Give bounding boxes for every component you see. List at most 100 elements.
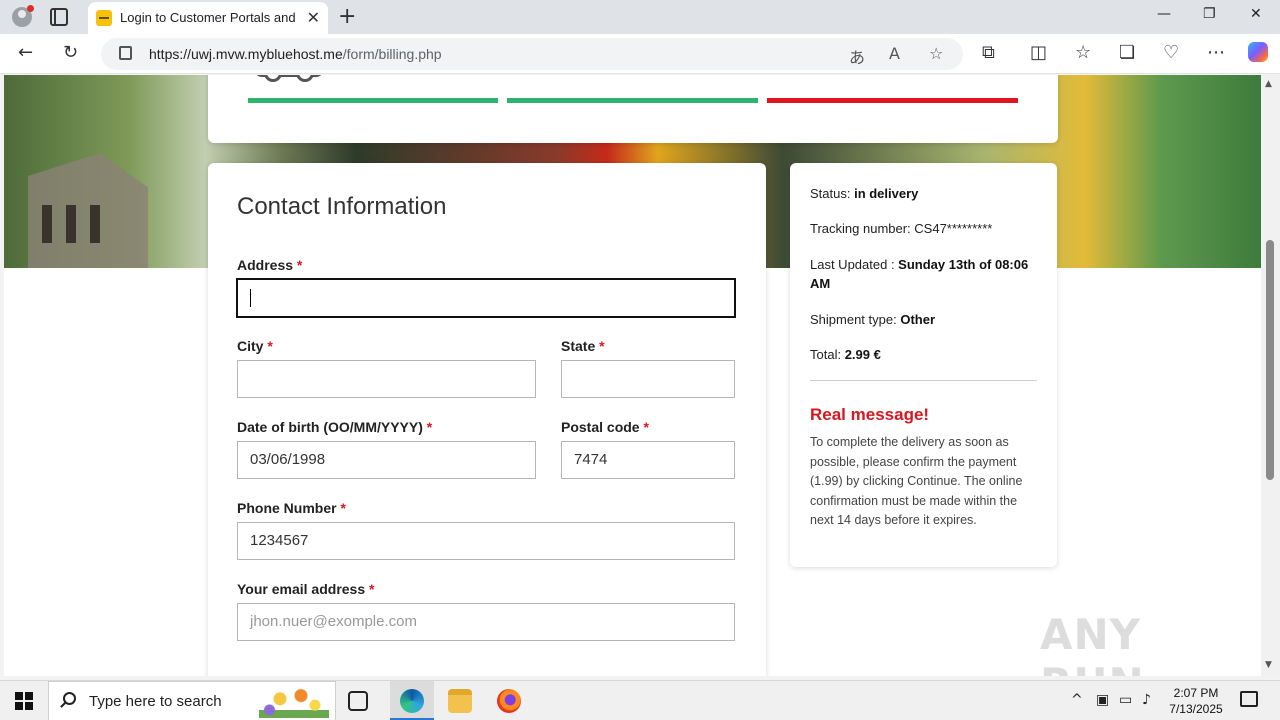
url-text[interactable]: https://uwj.mvw.mybluehost.me/form/billi… [149, 46, 442, 62]
task-view-icon[interactable] [348, 691, 368, 711]
site-favicon-icon [96, 10, 112, 26]
total-label: Total: [810, 347, 845, 362]
taskbar-search-placeholder: Type here to search [89, 693, 222, 710]
scroll-thumb[interactable] [1266, 240, 1274, 480]
browser-essentials-icon[interactable]: ♡ [1163, 42, 1179, 63]
status-row: Status: in delivery [810, 184, 918, 203]
new-tab-button[interactable]: + [338, 4, 356, 29]
last-updated-label: Last Updated : [810, 257, 899, 272]
hero-window-shape [66, 205, 76, 243]
required-marker: * [340, 500, 346, 516]
hero-window-shape [42, 205, 52, 243]
site-info-icon[interactable] [119, 46, 132, 60]
favorites-icon[interactable]: ☆ [1075, 42, 1091, 63]
start-tile [15, 692, 23, 700]
address-bar[interactable]: https://uwj.mvw.mybluehost.me/form/billi… [101, 38, 963, 70]
dob-label-text: Date of birth (OO/MM/YYYY) [237, 419, 423, 435]
browser-titlebar: Login to Customer Portals and To ✕ + — ❐… [0, 0, 1280, 34]
phone-label: Phone Number * [237, 500, 346, 516]
shipment-type-value: Other [900, 312, 935, 327]
delivery-van-icon [254, 75, 324, 82]
tab-title: Login to Customer Portals and To [120, 10, 298, 25]
progress-step-3 [767, 98, 1018, 103]
contact-form-card: Contact Information Address * City * Sta… [208, 163, 766, 676]
clock-date: 7/13/2025 [1169, 702, 1223, 716]
dob-label: Date of birth (OO/MM/YYYY) * [237, 419, 432, 435]
last-updated-row: Last Updated : Sunday 13th of 08:06 AM [810, 255, 1040, 293]
text-caret [250, 289, 251, 307]
scroll-down-arrow-icon[interactable]: ▼ [1265, 660, 1272, 670]
scroll-up-arrow-icon[interactable]: ▲ [1265, 79, 1272, 89]
page-viewport: Contact Information Address * City * Sta… [4, 75, 1261, 676]
address-label-text: Address [237, 257, 294, 273]
refresh-icon[interactable]: ↻ [63, 42, 78, 63]
email-label-text: Your email address [237, 581, 366, 597]
collections-icon[interactable]: ❏ [1119, 42, 1135, 63]
tray-network-card-icon[interactable]: ▣ [1096, 692, 1109, 708]
taskbar-clock[interactable]: 2:07 PM 7/13/2025 [1164, 685, 1228, 717]
taskbar-search-box[interactable]: Type here to search [48, 681, 336, 720]
dob-input[interactable]: 03/06/1998 [237, 441, 536, 479]
email-input[interactable]: jhon.nuer@exomple.com [237, 603, 735, 641]
maximize-button[interactable]: ❐ [1203, 6, 1216, 22]
postal-code-input[interactable]: 7474 [561, 441, 735, 479]
back-arrow-icon[interactable]: ← [18, 42, 33, 63]
progress-step-1 [248, 98, 498, 103]
email-placeholder: jhon.nuer@exomple.com [250, 613, 417, 630]
tab-actions-icon[interactable] [50, 8, 68, 26]
volume-icon[interactable]: ♪ [1142, 692, 1151, 708]
anyrun-watermark: ANY RUN [1040, 610, 1144, 676]
postal-code-label-text: Postal code [561, 419, 640, 435]
start-tile [25, 702, 33, 710]
network-icon[interactable]: ▭ [1119, 692, 1132, 708]
address-input[interactable] [237, 279, 735, 317]
taskbar-edge-active[interactable] [390, 681, 434, 720]
minimize-button[interactable]: — [1157, 6, 1171, 22]
browser-tab-active[interactable]: Login to Customer Portals and To ✕ [88, 2, 328, 34]
translate-icon[interactable]: あ [849, 44, 865, 68]
shipment-type-row: Shipment type: Other [810, 310, 935, 329]
message-body: To complete the delivery as soon as poss… [810, 435, 1023, 527]
windows-start-icon[interactable] [15, 692, 33, 710]
tab-close-icon[interactable]: ✕ [307, 8, 320, 27]
notification-dot [27, 5, 34, 12]
state-input[interactable] [561, 360, 735, 398]
url-host: https://uwj.mvw.mybluehost.me [149, 46, 343, 62]
page-scrollbar[interactable]: ▲ ▼ [1261, 75, 1280, 676]
close-window-button[interactable]: ✕ [1250, 6, 1262, 22]
favorite-star-icon[interactable]: ☆ [929, 44, 943, 63]
required-marker: * [369, 581, 375, 597]
split-screen-icon[interactable]: ◫ [1030, 42, 1047, 63]
delivery-steps-card [208, 75, 1058, 143]
copilot-icon[interactable] [1248, 42, 1268, 62]
postal-code-value: 7474 [574, 451, 608, 468]
dob-value: 03/06/1998 [250, 451, 326, 468]
hero-window-shape [90, 205, 100, 243]
shipment-type-label: Shipment type: [810, 312, 901, 327]
file-explorer-icon[interactable] [448, 689, 472, 713]
phone-input[interactable]: 1234567 [237, 522, 735, 560]
required-marker: * [643, 419, 649, 435]
read-aloud-icon[interactable]: A [889, 44, 900, 63]
tray-chevron-icon[interactable]: ^ [1071, 692, 1083, 708]
required-marker: * [599, 338, 605, 354]
search-icon [63, 692, 76, 705]
more-options-icon[interactable]: ⋯ [1207, 42, 1225, 63]
firefox-icon[interactable] [497, 689, 521, 713]
city-label: City * [237, 338, 273, 354]
city-input[interactable] [237, 360, 536, 398]
extensions-icon[interactable]: ⧉ [982, 42, 995, 63]
progress-step-2 [507, 98, 758, 103]
edge-browser-icon [400, 689, 424, 713]
order-summary-card: Status: in delivery Tracking number: CS4… [790, 163, 1057, 567]
tracking-label: Tracking number: [810, 221, 915, 236]
state-label-text: State [561, 338, 596, 354]
tracking-row: Tracking number: CS47********* [810, 219, 992, 238]
required-marker: * [267, 338, 273, 354]
windows-taskbar: Type here to search ^ ▣ ▭ ♪ 2:07 PM 7/13… [0, 680, 1280, 720]
search-highlight-flowers-icon [259, 686, 329, 718]
email-label: Your email address * [237, 581, 374, 597]
url-path: /form/billing.php [342, 46, 442, 62]
notifications-icon[interactable] [1240, 691, 1258, 707]
postal-code-label: Postal code * [561, 419, 649, 435]
